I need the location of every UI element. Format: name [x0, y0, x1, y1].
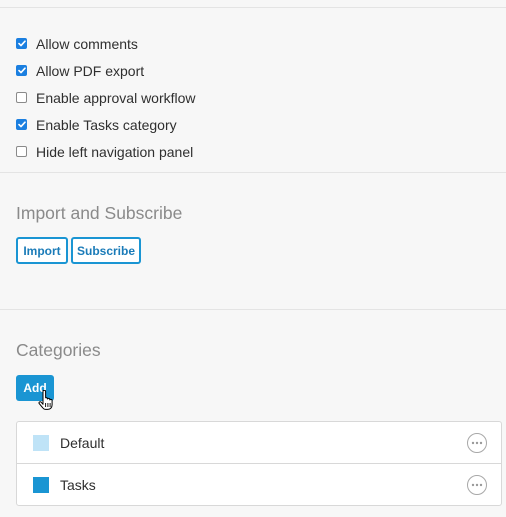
category-name: Tasks [60, 476, 96, 493]
option-enable-approval-workflow[interactable]: Enable approval workflow [16, 84, 196, 111]
option-enable-tasks-category[interactable]: Enable Tasks category [16, 111, 196, 138]
section-divider [0, 309, 506, 310]
checkbox[interactable] [16, 92, 27, 103]
category-name: Default [60, 434, 105, 451]
category-color-swatch [33, 476, 49, 493]
option-label: Allow PDF export [36, 62, 145, 79]
more-horizontal-icon[interactable] [467, 474, 487, 495]
import-section-title: Import and Subscribe [16, 203, 183, 223]
option-allow-pdf-export[interactable]: Allow PDF export [16, 57, 196, 84]
checkbox[interactable] [16, 119, 27, 130]
categories-section-title: Categories [16, 340, 101, 360]
option-hide-left-navigation-panel[interactable]: Hide left navigation panel [16, 138, 196, 165]
option-label: Enable approval workflow [36, 89, 196, 106]
checkbox[interactable] [16, 65, 27, 76]
section-divider [0, 172, 506, 173]
import-button[interactable]: Import [16, 237, 68, 264]
check-icon [17, 67, 26, 74]
options-checklist: Allow comments Allow PDF export Enable a… [16, 30, 196, 165]
option-label: Allow comments [36, 35, 138, 52]
option-label: Hide left navigation panel [36, 143, 194, 160]
checkbox[interactable] [16, 146, 27, 157]
settings-page: Allow comments Allow PDF export Enable a… [0, 0, 506, 517]
category-color-swatch [33, 434, 49, 451]
checkbox[interactable] [16, 38, 27, 49]
hand-pointer-cursor-icon [38, 390, 53, 410]
categories-list: Default Tasks [16, 421, 502, 506]
subscribe-button[interactable]: Subscribe [71, 237, 141, 264]
option-allow-comments[interactable]: Allow comments [16, 30, 196, 57]
more-horizontal-icon[interactable] [467, 432, 487, 453]
category-row-tasks[interactable]: Tasks [17, 463, 501, 505]
check-icon [17, 40, 26, 47]
option-label: Enable Tasks category [36, 116, 177, 133]
check-icon [17, 121, 26, 128]
top-divider [0, 7, 506, 8]
category-row-default[interactable]: Default [17, 422, 501, 463]
